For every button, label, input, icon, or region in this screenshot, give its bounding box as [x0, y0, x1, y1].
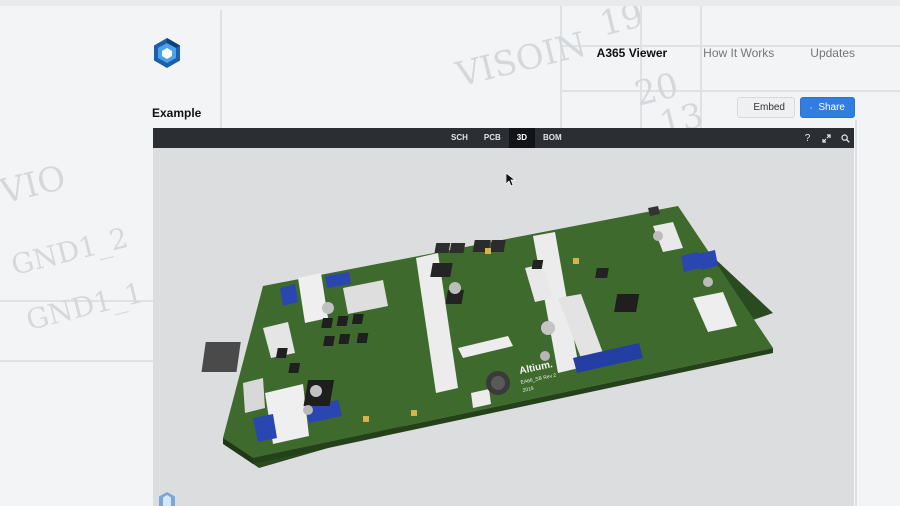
- sketch-text: GND1_2: [7, 221, 132, 282]
- embed-label: Embed: [753, 102, 785, 113]
- tab-pcb[interactable]: PCB: [476, 128, 509, 148]
- altium-logo-icon[interactable]: [152, 37, 182, 69]
- fullscreen-icon[interactable]: [822, 132, 831, 144]
- pcb-board-render[interactable]: Altium. EA66_SB Rev 2 2019: [153, 148, 854, 506]
- tab-bom[interactable]: BOM: [535, 128, 570, 148]
- nav-how-it-works[interactable]: How It Works: [703, 46, 774, 60]
- link-icon: [810, 106, 813, 109]
- viewer-toolbar: SCH PCB 3D BOM ?: [153, 128, 854, 148]
- tab-3d[interactable]: 3D: [508, 128, 536, 148]
- page-title: Example: [152, 106, 202, 120]
- main-nav: A365 Viewer How It Works Updates: [597, 46, 855, 60]
- nav-updates[interactable]: Updates: [810, 46, 855, 60]
- tab-sch[interactable]: SCH: [443, 128, 476, 148]
- sketch-line: [855, 120, 857, 506]
- share-button[interactable]: Share: [800, 97, 855, 118]
- viewer-logo-icon: [159, 492, 175, 506]
- sketch-line: [0, 360, 160, 362]
- top-strip: [0, 0, 900, 6]
- viewer-icons: ?: [803, 128, 850, 148]
- sketch-line: [560, 90, 900, 92]
- mouse-cursor-icon: [506, 173, 516, 187]
- nav-a365-viewer[interactable]: A365 Viewer: [597, 46, 668, 60]
- help-icon[interactable]: ?: [803, 132, 812, 144]
- search-icon[interactable]: [841, 132, 850, 144]
- viewer-tabs: SCH PCB 3D BOM: [443, 128, 570, 148]
- pcb-3d-viewer[interactable]: SCH PCB 3D BOM ? Altium. EA66_SB Rev 2 2…: [153, 128, 854, 506]
- embed-button[interactable]: Embed: [737, 97, 795, 118]
- share-label: Share: [818, 102, 845, 113]
- sketch-text: GND1_1: [22, 276, 147, 337]
- sketch-text: VIO: [0, 157, 70, 213]
- sketch-text: VISOIN: [452, 24, 591, 96]
